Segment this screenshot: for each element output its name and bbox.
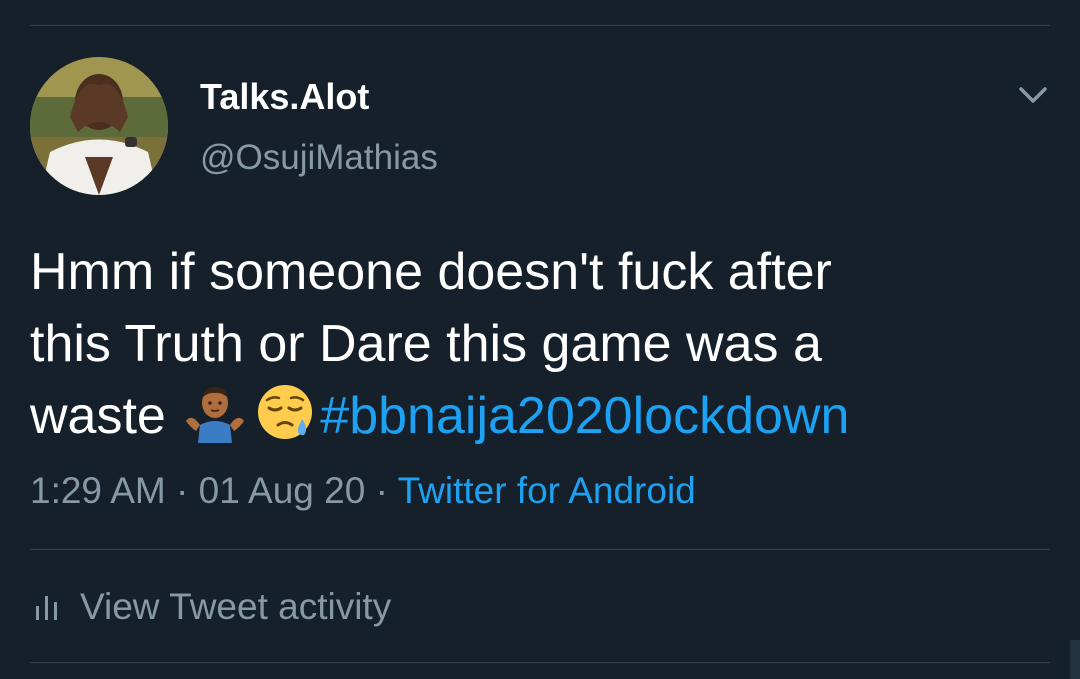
tweet-time: 1:29 AM <box>30 470 166 511</box>
meta-separator: · <box>176 470 189 511</box>
tweet-text: Hmm if someone doesn't fuck after this T… <box>30 236 1050 452</box>
avatar[interactable] <box>30 57 168 195</box>
scrollbar[interactable] <box>1070 640 1080 679</box>
view-tweet-activity-label: View Tweet activity <box>80 586 392 627</box>
tweet-source-link[interactable]: Twitter for Android <box>398 470 696 511</box>
man-shrugging-icon <box>186 387 245 443</box>
avatar-image <box>30 57 168 195</box>
user-handle[interactable]: @OsujiMathias <box>200 138 438 178</box>
divider <box>30 662 1050 663</box>
tweet-date: 01 Aug 20 <box>198 470 366 511</box>
meta-separator: · <box>375 470 388 511</box>
tweet-line-3: waste #bbnaija2020lockdown <box>30 380 1050 452</box>
tweet-line-1: Hmm if someone doesn't fuck after <box>30 243 832 301</box>
display-name[interactable]: Talks.Alot <box>200 76 369 118</box>
tweet-meta: 1:29 AM · 01 Aug 20 · Twitter for Androi… <box>30 470 696 512</box>
bar-chart-icon <box>36 596 57 620</box>
top-divider <box>30 25 1050 26</box>
tweet-line-2: this Truth or Dare this game was a <box>30 315 822 373</box>
tweet-line-3-text: waste <box>30 387 166 445</box>
hashtag-link[interactable]: #bbnaija2020lockdown <box>320 387 849 445</box>
divider <box>30 549 1050 550</box>
sleepy-face-icon <box>258 385 313 439</box>
chevron-down-icon[interactable] <box>1016 78 1050 112</box>
view-tweet-activity-button[interactable]: View Tweet activity <box>34 586 391 628</box>
